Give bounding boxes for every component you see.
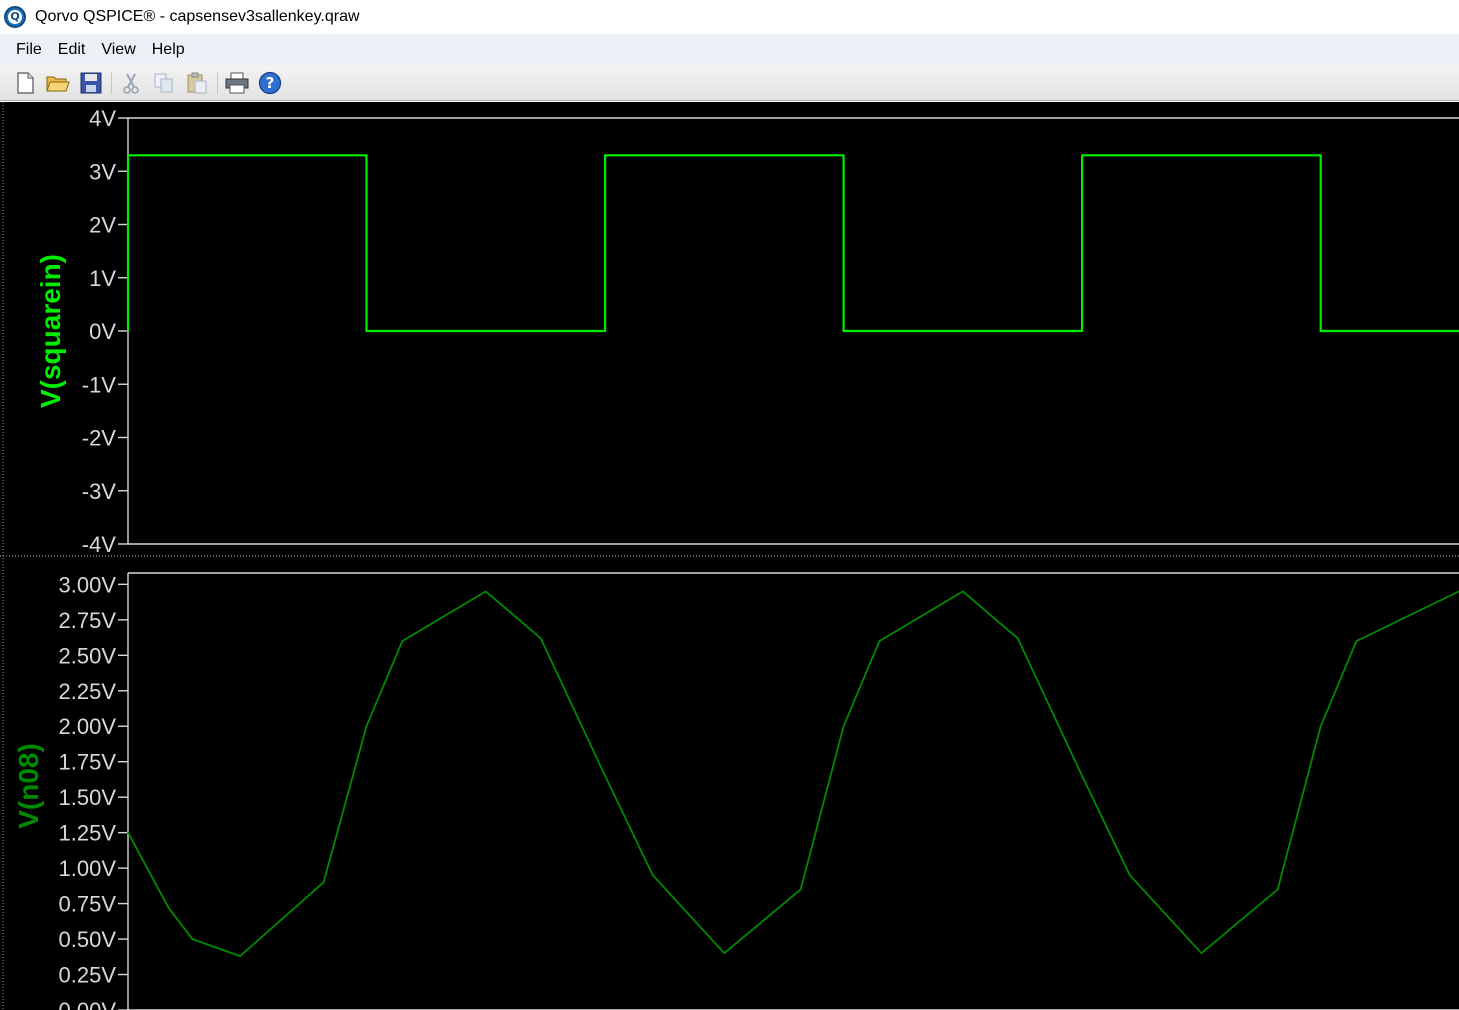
data-point	[1129, 874, 1131, 877]
copy-icon[interactable]	[151, 70, 177, 96]
paste-icon[interactable]	[184, 70, 210, 96]
y-tick-label: 0.00V	[59, 998, 117, 1010]
data-point	[365, 330, 368, 332]
data-point	[842, 330, 845, 332]
data-point	[322, 881, 325, 884]
y-tick-label: 1.50V	[59, 785, 117, 810]
y-tick-label: -2V	[82, 426, 117, 451]
print-icon[interactable]	[224, 70, 250, 96]
menu-bar: File Edit View Help	[0, 34, 1459, 66]
trace-v-n08[interactable]	[127, 590, 1459, 957]
toolbar-separator	[217, 72, 218, 94]
data-point	[604, 330, 606, 332]
data-point	[127, 330, 129, 332]
title-bar: Q Qorvo QSPICE® - capsensev3sallenkey.qr…	[0, 0, 1459, 34]
data-point	[127, 831, 129, 834]
y-axis-label[interactable]: V(squarein)	[35, 254, 66, 408]
toolbar: ?	[0, 66, 1459, 101]
y-tick-label: 1.25V	[59, 821, 117, 846]
cut-icon[interactable]	[118, 70, 144, 96]
y-tick-label: 1V	[89, 266, 116, 291]
y-tick-label: 2.75V	[59, 608, 117, 633]
data-point	[127, 154, 129, 157]
data-point	[842, 725, 845, 728]
y-tick-label: 1.75V	[59, 750, 117, 775]
y-tick-label: -4V	[82, 532, 117, 557]
data-point	[1016, 637, 1019, 640]
data-point	[1319, 154, 1322, 157]
waveform-plots: 4V 3V 2V 1V 0V -1V -2V -3V -4V V(squarein) 3.00V 2.…	[0, 102, 1459, 1010]
trace-v-squarein[interactable]	[126, 154, 1459, 333]
window-title: Qorvo QSPICE® - capsensev3sallenkey.qraw	[35, 8, 360, 25]
data-point	[842, 154, 845, 157]
y-tick-label: 2.00V	[59, 714, 117, 739]
data-point	[1276, 888, 1279, 891]
data-point	[191, 938, 194, 940]
data-point	[1081, 775, 1083, 777]
data-point	[1355, 640, 1358, 642]
y-tick-label: 3.00V	[59, 572, 117, 597]
y-tick-label: 0.50V	[59, 927, 117, 952]
y-tick-label: 2V	[89, 213, 116, 238]
menu-view[interactable]: View	[93, 36, 143, 64]
data-point	[365, 725, 368, 728]
toolbar-separator	[111, 72, 112, 94]
y-tick-label: 0V	[89, 319, 116, 344]
data-point	[1081, 330, 1083, 332]
help-icon[interactable]: ?	[257, 70, 283, 96]
data-point	[167, 907, 170, 909]
data-point	[484, 590, 487, 593]
qspice-logo-icon: Q	[4, 6, 26, 28]
data-point	[651, 874, 654, 877]
save-icon[interactable]	[78, 70, 104, 96]
y-tick-label: 3V	[89, 159, 116, 184]
y-tick-label: 2.25V	[59, 679, 117, 704]
y-tick-label: 0.75V	[59, 892, 117, 917]
data-point	[1319, 330, 1322, 332]
data-point	[962, 590, 964, 593]
data-point	[1200, 952, 1203, 955]
data-point	[1319, 725, 1322, 728]
data-point	[539, 637, 542, 640]
menu-edit[interactable]: Edit	[50, 36, 94, 64]
data-point	[723, 952, 726, 955]
new-file-icon[interactable]	[12, 70, 38, 96]
data-point	[878, 640, 881, 642]
data-point	[1081, 154, 1083, 157]
y-tick-label: 1.00V	[59, 856, 117, 881]
y-tick-label: -3V	[82, 479, 117, 504]
data-point	[604, 154, 606, 157]
svg-text:?: ?	[266, 74, 275, 92]
menu-file[interactable]: File	[8, 36, 50, 64]
menu-help[interactable]: Help	[144, 36, 193, 64]
data-point	[799, 888, 802, 891]
y-tick-label: 2.50V	[59, 643, 117, 668]
plot-pane-2[interactable]: 3.00V 2.75V 2.50V 2.25V 2.00V 1.75V 1.50V 1.25V…	[13, 572, 1459, 1010]
open-folder-icon[interactable]	[45, 70, 71, 96]
y-tick-label: 0.25V	[59, 963, 117, 988]
data-point	[239, 955, 241, 957]
y-tick-label: -1V	[82, 372, 117, 397]
data-point	[401, 640, 404, 642]
waveform-viewer[interactable]: 4V 3V 2V 1V 0V -1V -2V -3V -4V V(squarein) 3.00V 2.…	[0, 102, 1459, 1010]
data-point	[365, 154, 368, 157]
y-axis-label[interactable]: V(n08)	[13, 743, 44, 829]
plot-pane-1[interactable]: 4V 3V 2V 1V 0V -1V -2V -3V -4V V(squarein)	[35, 106, 1459, 557]
data-point	[604, 775, 606, 777]
y-tick-label: 4V	[89, 106, 116, 131]
